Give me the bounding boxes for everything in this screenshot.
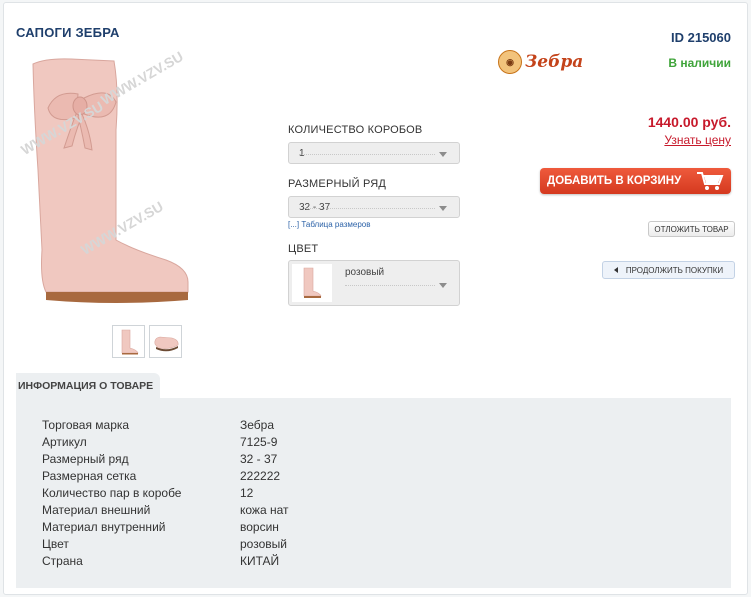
select-divider <box>299 154 435 155</box>
size-select-value: 32 - 37 <box>299 201 331 213</box>
spec-label: Материал внутренний <box>42 520 166 534</box>
spec-value: 12 <box>240 486 254 500</box>
add-to-cart-button[interactable]: ДОБАВИТЬ В КОРЗИНУ <box>540 168 731 194</box>
spec-value: 222222 <box>240 469 281 483</box>
boot-color-image <box>303 267 322 298</box>
spec-label: Торговая марка <box>42 418 130 432</box>
color-select-value: розовый <box>345 267 385 278</box>
spec-label: Страна <box>42 554 83 568</box>
size-select[interactable]: 32 - 37 <box>288 196 460 218</box>
spec-label: Цвет <box>42 537 69 551</box>
spec-label: Материал внешний <box>42 503 151 517</box>
product-info-panel: Торговая марка Зебра Артикул 7125-9 Разм… <box>16 398 731 588</box>
spec-value: Зебра <box>240 418 275 432</box>
boot-thumb-image <box>121 329 138 354</box>
size-label: РАЗМЕРНЫЙ РЯД <box>288 178 387 190</box>
boot-sole-thumb-image <box>154 336 178 351</box>
continue-shopping-button[interactable]: ПРОДОЛЖИТЬ ПОКУПКИ <box>602 261 735 279</box>
zebra-logo-icon: ◉ <box>498 50 522 74</box>
chevron-down-icon <box>439 283 447 288</box>
thumbnail-strip <box>112 325 182 358</box>
select-divider <box>299 208 435 209</box>
defer-button-label: ОТЛОЖИТЬ ТОВАР <box>654 224 729 234</box>
chevron-down-icon <box>439 206 447 211</box>
product-photo[interactable]: WWW.VZV.SU WWW.VZV.SU WWW.VZV.SU <box>16 48 206 320</box>
boxes-label: КОЛИЧЕСТВО КОРОБОВ <box>288 124 423 136</box>
spec-value: ворсин <box>240 520 279 534</box>
page-title: САПОГИ ЗЕБРА <box>16 25 120 40</box>
spec-value: 32 - 37 <box>240 452 278 466</box>
spec-label: Артикул <box>42 435 87 449</box>
thumbnail-sole[interactable] <box>149 325 182 358</box>
triangle-left-icon <box>613 267 618 273</box>
spec-value: КИТАЙ <box>240 554 280 568</box>
spec-value: розовый <box>240 537 287 551</box>
chevron-down-icon <box>439 152 447 157</box>
ask-price-link[interactable]: Узнать цену <box>664 133 731 147</box>
tab-product-info-label: ИНФОРМАЦИЯ О ТОВАРЕ <box>18 380 154 392</box>
brand-logo-text: Зебра <box>525 52 584 72</box>
add-to-cart-label: ДОБАВИТЬ В КОРЗИНУ <box>547 175 682 187</box>
spec-label: Количество пар в коробе <box>42 486 182 500</box>
brand-logo[interactable]: ◉ Зебра <box>498 50 583 74</box>
tab-product-info[interactable]: ИНФОРМАЦИЯ О ТОВАРЕ <box>16 373 160 399</box>
spec-label: Размерная сетка <box>42 469 137 483</box>
stock-status: В наличии <box>668 56 731 70</box>
product-id: ID 215060 <box>671 30 731 45</box>
color-swatch-image <box>292 264 332 302</box>
continue-shopping-label: ПРОДОЛЖИТЬ ПОКУПКИ <box>625 265 724 275</box>
spec-value: 7125-9 <box>240 435 278 449</box>
thumbnail-side[interactable] <box>112 325 145 358</box>
color-select[interactable]: розовый <box>288 260 460 306</box>
defer-button[interactable]: ОТЛОЖИТЬ ТОВАР <box>648 221 735 237</box>
boxes-select[interactable]: 1 <box>288 142 460 164</box>
size-table-link[interactable]: [...] Таблица размеров <box>288 220 371 229</box>
select-divider <box>345 285 435 286</box>
shopping-cart-icon <box>697 172 724 190</box>
boxes-select-value: 1 <box>299 147 305 159</box>
spec-value: кожа нат <box>240 503 289 517</box>
price: 1440.00 руб. <box>647 114 731 130</box>
spec-label: Размерный ряд <box>42 452 129 466</box>
color-label: ЦВЕТ <box>288 243 319 255</box>
